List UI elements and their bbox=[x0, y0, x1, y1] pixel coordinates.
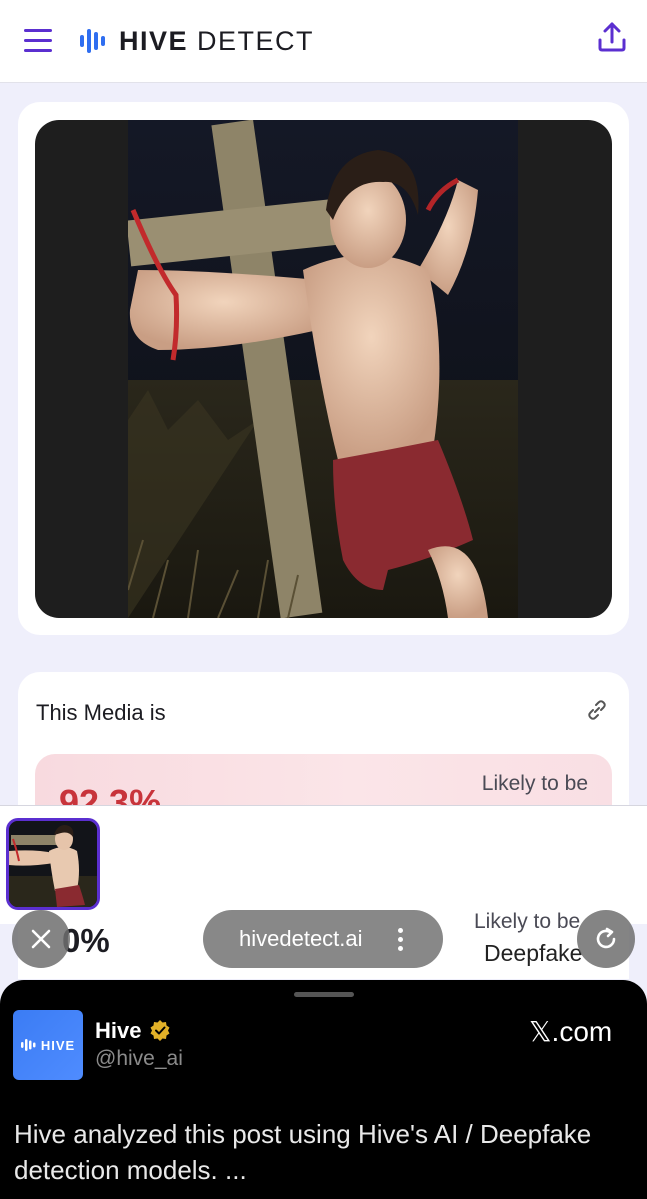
logo-text-light: DETECT bbox=[188, 25, 315, 56]
hamburger-menu-icon[interactable] bbox=[24, 27, 52, 53]
deepfake-likely-label: Likely to be bbox=[474, 910, 581, 933]
hive-avatar-text: HIVE bbox=[40, 1037, 76, 1053]
logo-text-bold: HIVE bbox=[119, 25, 189, 56]
reload-button[interactable] bbox=[577, 910, 635, 968]
hive-logo-icon bbox=[80, 29, 105, 53]
result-title: This Media is bbox=[36, 700, 166, 725]
media-thumbnail[interactable] bbox=[6, 818, 100, 910]
media-frame bbox=[35, 120, 612, 618]
thumbnail-image bbox=[9, 821, 97, 907]
logo-text: HIVE DETECT bbox=[119, 26, 314, 57]
reload-icon bbox=[596, 927, 616, 949]
author-name[interactable]: Hive bbox=[95, 1018, 141, 1044]
close-icon bbox=[31, 929, 51, 949]
more-vertical-icon[interactable] bbox=[397, 926, 405, 954]
app-header: HIVE DETECT bbox=[0, 0, 647, 83]
verified-badge-icon bbox=[150, 1020, 170, 1041]
url-pill[interactable]: hivedetect.ai bbox=[203, 910, 443, 968]
hive-avatar[interactable]: HIVE bbox=[13, 1010, 83, 1080]
close-button[interactable] bbox=[12, 910, 70, 968]
upload-share-icon[interactable] bbox=[596, 20, 628, 54]
analyzed-photo[interactable] bbox=[128, 120, 518, 618]
link-icon[interactable] bbox=[585, 698, 609, 722]
likely-label: Likely to be bbox=[481, 772, 588, 795]
media-preview-card bbox=[18, 102, 629, 635]
author-handle[interactable]: @hive_ai bbox=[95, 1047, 183, 1071]
x-com-source[interactable]: 𝕏.com bbox=[529, 1015, 612, 1048]
hive-detect-logo[interactable]: HIVE DETECT bbox=[79, 26, 314, 56]
sheet-grabber[interactable] bbox=[294, 992, 354, 997]
deepfake-label: Deepfake bbox=[484, 940, 583, 966]
link-preview-sheet[interactable]: HIVE Hive @hive_ai 𝕏.com Hive analyzed t… bbox=[0, 980, 647, 1199]
hive-avatar-logo-icon bbox=[20, 1039, 36, 1051]
post-text: Hive analyzed this post using Hive's AI … bbox=[14, 1119, 592, 1185]
url-text: hivedetect.ai bbox=[239, 926, 363, 951]
